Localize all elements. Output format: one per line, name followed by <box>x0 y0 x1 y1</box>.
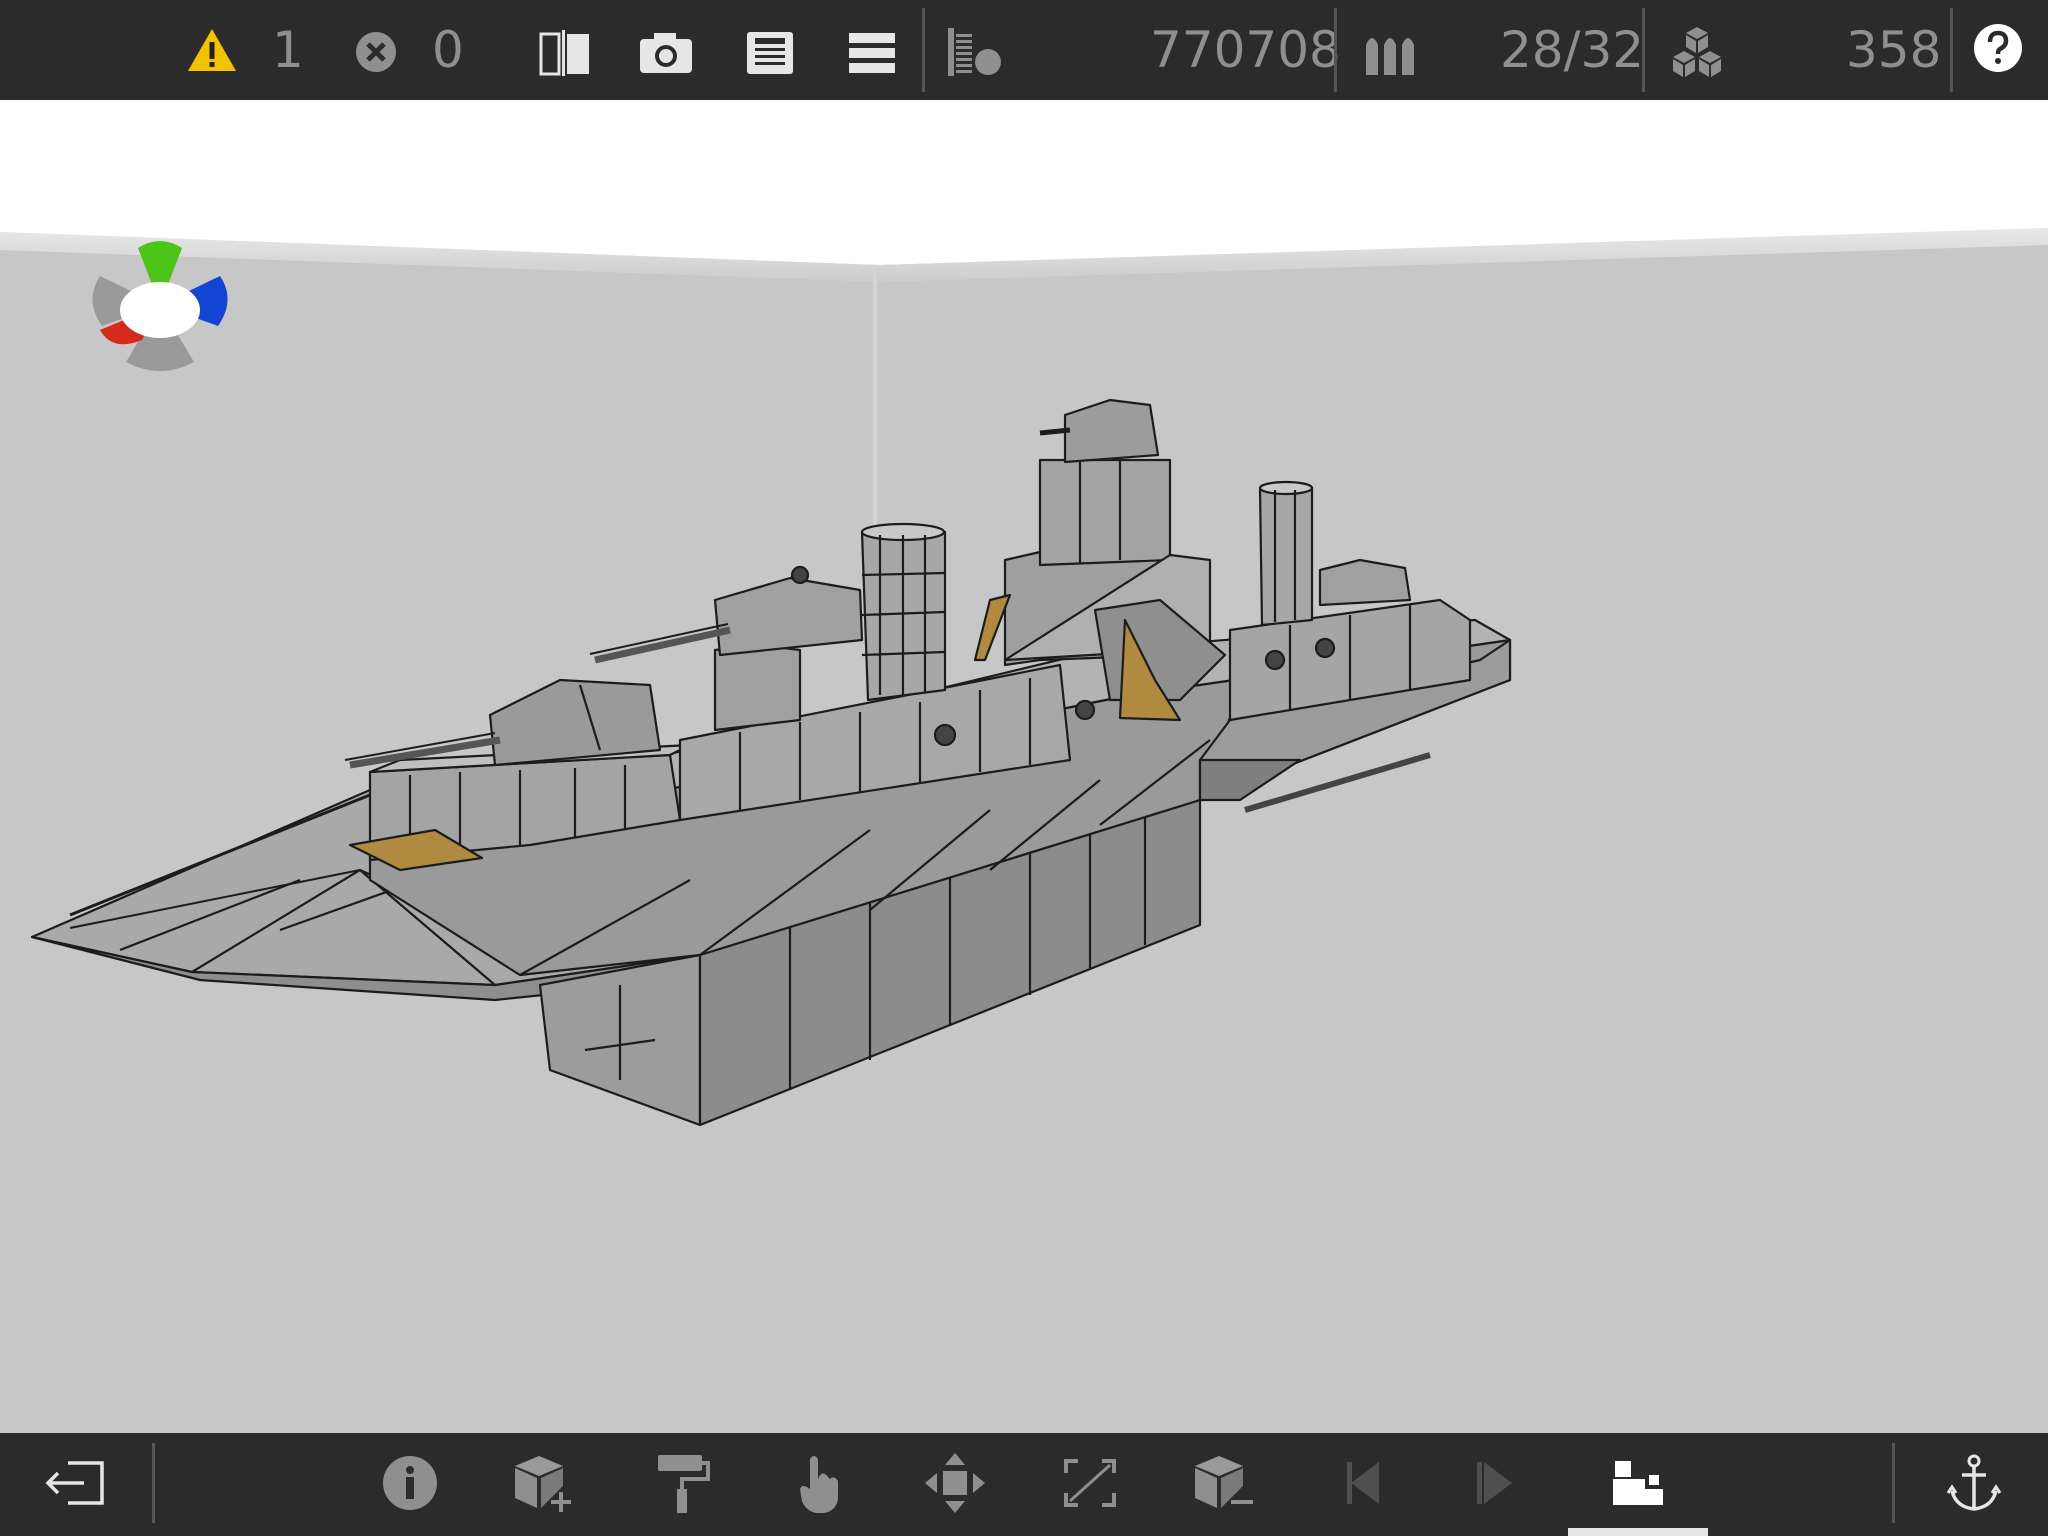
help-icon[interactable] <box>1972 22 2024 74</box>
anchor-button[interactable] <box>1924 1440 2024 1530</box>
previous-button[interactable] <box>1315 1440 1415 1530</box>
toolbar-divider <box>1334 8 1337 92</box>
toolbar-divider <box>1950 8 1953 92</box>
exit-icon <box>44 1457 106 1513</box>
add-block-button[interactable] <box>495 1440 595 1530</box>
paint-button[interactable] <box>632 1440 732 1530</box>
blocks-icon[interactable] <box>1666 24 1728 80</box>
cost-value: 770708 <box>1150 21 1341 79</box>
resize-icon <box>1060 1455 1120 1515</box>
next-button[interactable] <box>1448 1440 1548 1530</box>
info-button[interactable] <box>360 1440 460 1530</box>
weapons-value: 28/32 <box>1500 21 1645 79</box>
active-tab-indicator <box>1568 1528 1708 1536</box>
build-mode-button[interactable] <box>1588 1440 1688 1530</box>
toolbar-divider <box>922 8 925 92</box>
errors-count: 0 <box>432 21 464 79</box>
orientation-gizmo[interactable] <box>70 190 250 395</box>
error-icon[interactable] <box>352 28 400 76</box>
toolbar-divider <box>1642 8 1645 92</box>
camera-icon[interactable] <box>636 26 696 80</box>
blocks-value: 358 <box>1846 21 1942 79</box>
paint-icon <box>652 1451 712 1519</box>
menu-icon[interactable] <box>842 26 902 80</box>
save-icon[interactable] <box>740 26 800 80</box>
build-viewport[interactable] <box>0 100 2048 1433</box>
next-icon <box>1474 1458 1522 1512</box>
bottom-toolbar <box>0 1433 2048 1536</box>
scene-canvas[interactable] <box>0 100 2048 1433</box>
anchor-icon <box>1946 1453 2002 1517</box>
previous-icon <box>1341 1458 1389 1512</box>
ammo-icon[interactable] <box>1360 26 1420 80</box>
move-button[interactable] <box>905 1440 1005 1530</box>
stats-icon[interactable] <box>944 24 1006 80</box>
exit-button[interactable] <box>25 1440 125 1530</box>
add-block-icon <box>509 1452 581 1518</box>
build-mode-icon <box>1609 1457 1667 1513</box>
warning-icon[interactable] <box>184 24 240 76</box>
remove-block-button[interactable] <box>1175 1440 1275 1530</box>
warnings-count: 1 <box>272 21 304 79</box>
toolbar-divider <box>1892 1443 1895 1523</box>
toolbar-divider <box>152 1443 155 1523</box>
remove-block-icon <box>1189 1452 1261 1518</box>
top-toolbar: 1 0 770708 28/32 358 <box>0 0 2048 102</box>
select-button[interactable] <box>770 1440 870 1530</box>
select-icon <box>796 1451 844 1519</box>
gizmo-axes <box>92 241 228 371</box>
move-icon <box>923 1451 987 1519</box>
mirror-icon[interactable] <box>535 26 595 80</box>
resize-button[interactable] <box>1040 1440 1140 1530</box>
info-icon <box>381 1454 439 1516</box>
